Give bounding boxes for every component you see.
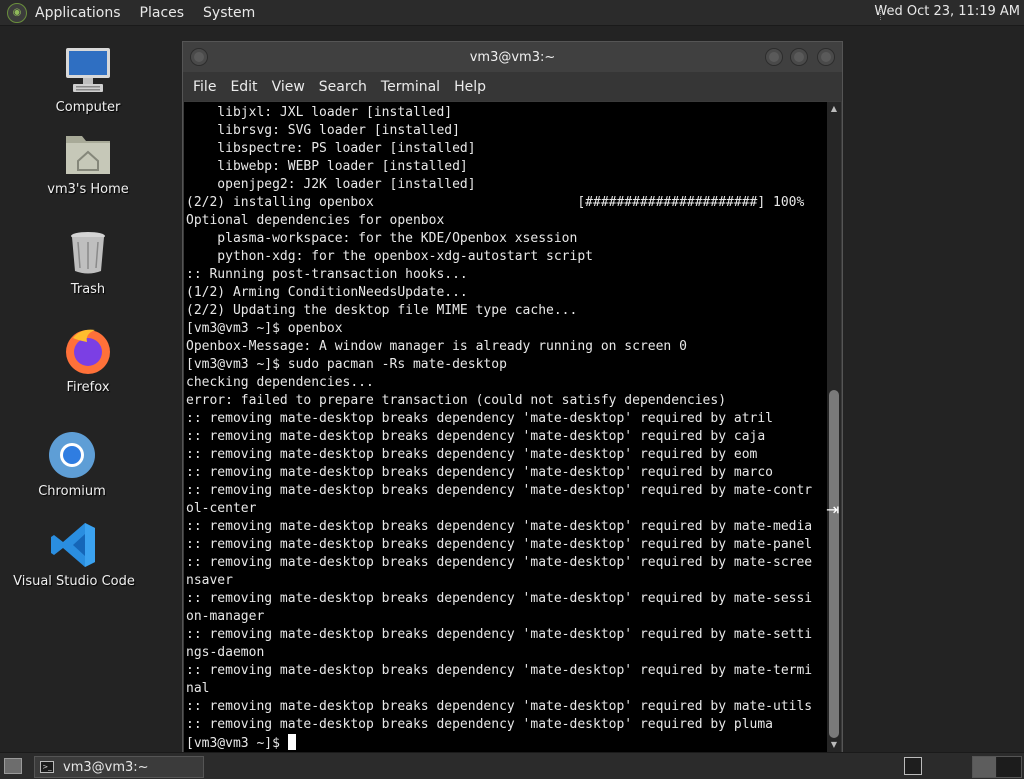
terminal-line: :: removing mate-desktop breaks dependen…	[186, 465, 773, 480]
terminal-menubar: File Edit View Search Terminal Help	[183, 72, 842, 101]
scroll-up-icon[interactable]: ▲	[829, 104, 839, 114]
terminal-line: plasma-workspace: for the KDE/Openbox xs…	[217, 231, 578, 246]
scrollbar-thumb[interactable]	[829, 390, 839, 738]
home-folder-icon	[63, 128, 113, 178]
terminal-line: (1/2) Arming ConditionNeedsUpdate...	[186, 285, 468, 300]
terminal-prompt: [vm3@vm3 ~]$	[186, 736, 288, 751]
terminal-line: libjxl: JXL loader [installed]	[217, 105, 453, 120]
main-menu-icon[interactable]: ◉	[7, 2, 27, 23]
window-titlebar[interactable]: vm3@vm3:~	[183, 42, 842, 72]
firefox-icon	[63, 326, 113, 376]
menu-file[interactable]: File	[193, 79, 216, 95]
tray-terminal-icon[interactable]	[904, 757, 922, 775]
maximize-button[interactable]	[790, 48, 808, 66]
menu-search[interactable]: Search	[319, 79, 367, 95]
terminal-icon: >_	[40, 761, 54, 773]
desktop-icon-computer[interactable]: Computer	[23, 46, 153, 115]
terminal-line: (2/2) Updating the desktop file MIME typ…	[186, 303, 578, 318]
places-menu[interactable]: Places	[140, 5, 185, 21]
desktop-icon-vscode[interactable]: Visual Studio Code	[9, 520, 139, 589]
terminal-text: libjxl: JXL loader [installed] librsvg: …	[184, 102, 827, 752]
menu-terminal[interactable]: Terminal	[381, 79, 440, 95]
terminal-line: :: removing mate-desktop breaks dependen…	[186, 591, 813, 606]
desktop-icon-chromium[interactable]: Chromium	[7, 430, 137, 499]
bottom-panel: >_ vm3@vm3:~	[0, 752, 1024, 779]
desktop-icon-label: vm3's Home	[47, 182, 129, 197]
terminal-scrollbar[interactable]: ▲ ▼	[827, 102, 841, 752]
terminal-line: libspectre: PS loader [installed]	[217, 141, 476, 156]
terminal-line: [vm3@vm3 ~]$ openbox	[186, 321, 343, 336]
desktop-icon-label: Computer	[55, 100, 121, 115]
terminal-line: [vm3@vm3 ~]$ sudo pacman -Rs mate-deskto…	[186, 357, 507, 372]
terminal-window[interactable]: vm3@vm3:~ File Edit View Search Terminal…	[182, 41, 843, 754]
desktop-icon-trash[interactable]: Trash	[23, 228, 153, 297]
workspace-switcher[interactable]	[972, 756, 1022, 778]
scroll-down-icon[interactable]: ▼	[829, 740, 839, 750]
minimize-button[interactable]	[765, 48, 783, 66]
clock[interactable]: Wed Oct 23, 11:19 AM	[874, 4, 1020, 19]
desktop-icon-label: Trash	[70, 282, 106, 297]
terminal-cursor	[287, 734, 296, 750]
menu-help[interactable]: Help	[454, 79, 486, 95]
terminal-line: (2/2) installing openbox [##############…	[186, 195, 805, 210]
terminal-line: :: removing mate-desktop breaks dependen…	[186, 555, 813, 570]
resize-cursor-icon: ⇥	[826, 500, 840, 519]
terminal-line: :: removing mate-desktop breaks dependen…	[186, 537, 813, 552]
top-panel: ◉ Applications Places System Wed Oct 23,…	[0, 0, 1024, 26]
terminal-line: nsaver	[186, 573, 233, 588]
desktop-icon-home[interactable]: vm3's Home	[23, 128, 153, 197]
terminal-line: ngs-daemon	[186, 645, 265, 660]
menu-edit[interactable]: Edit	[230, 79, 257, 95]
terminal-line: :: removing mate-desktop breaks dependen…	[186, 429, 766, 444]
terminal-line: :: removing mate-desktop breaks dependen…	[186, 663, 813, 678]
terminal-line: python-xdg: for the openbox-xdg-autostar…	[217, 249, 593, 264]
terminal-line: libwebp: WEBP loader [installed]	[217, 159, 468, 174]
terminal-line: Optional dependencies for openbox	[186, 213, 445, 228]
close-button[interactable]	[817, 48, 835, 66]
terminal-line: :: removing mate-desktop breaks dependen…	[186, 411, 773, 426]
applications-menu[interactable]: Applications	[35, 5, 121, 21]
taskbar-window-label: vm3@vm3:~	[63, 759, 149, 775]
terminal-line: checking dependencies...	[186, 375, 374, 390]
window-menu-icon[interactable]	[190, 48, 208, 66]
terminal-line: :: removing mate-desktop breaks dependen…	[186, 447, 758, 462]
computer-icon	[63, 46, 113, 96]
taskbar-window-button[interactable]: >_ vm3@vm3:~	[34, 756, 204, 778]
terminal-line: librsvg: SVG loader [installed]	[217, 123, 460, 138]
terminal-line: nal	[186, 681, 210, 696]
window-title: vm3@vm3:~	[469, 49, 556, 65]
show-desktop-icon[interactable]	[4, 758, 22, 774]
terminal-line: :: removing mate-desktop breaks dependen…	[186, 699, 813, 714]
desktop-icon-label: Firefox	[66, 380, 110, 395]
terminal-line: :: removing mate-desktop breaks dependen…	[186, 717, 773, 732]
terminal-line: :: removing mate-desktop breaks dependen…	[186, 519, 813, 534]
terminal-line: :: removing mate-desktop breaks dependen…	[186, 483, 813, 498]
terminal-line: error: failed to prepare transaction (co…	[186, 393, 727, 408]
workspace-1[interactable]	[973, 757, 997, 777]
desktop-icon-label: Visual Studio Code	[13, 574, 135, 589]
terminal-line: on-manager	[186, 609, 265, 624]
terminal-output[interactable]: libjxl: JXL loader [installed] librsvg: …	[184, 102, 827, 752]
system-menu[interactable]: System	[203, 5, 255, 21]
terminal-line: :: removing mate-desktop breaks dependen…	[186, 627, 813, 642]
terminal-line: Openbox-Message: A window manager is alr…	[186, 339, 687, 354]
chromium-icon	[47, 430, 97, 480]
desktop-icon-label: Chromium	[38, 484, 106, 499]
terminal-line: ol-center	[186, 501, 257, 516]
desktop-icon-firefox[interactable]: Firefox	[23, 326, 153, 395]
terminal-line: :: Running post-transaction hooks...	[186, 267, 468, 282]
terminal-line: openjpeg2: J2K loader [installed]	[217, 177, 476, 192]
vscode-icon	[49, 520, 99, 570]
trash-icon	[63, 228, 113, 278]
menu-view[interactable]: View	[272, 79, 305, 95]
